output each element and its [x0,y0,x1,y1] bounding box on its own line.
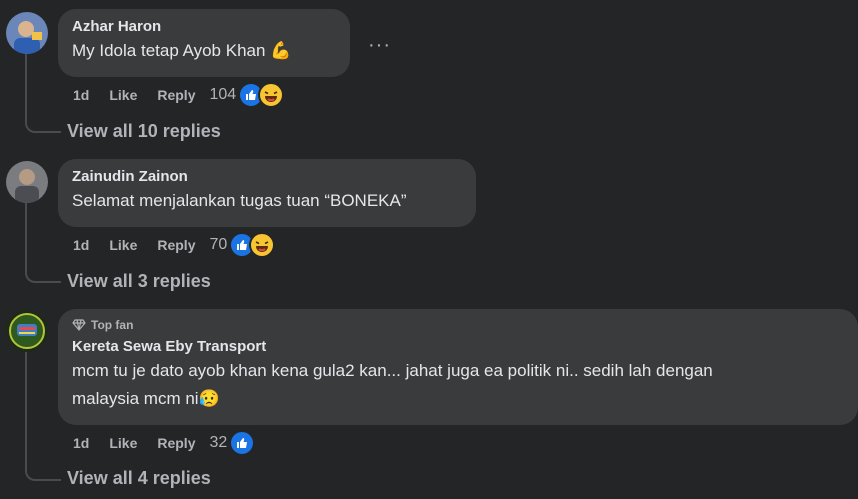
like-button[interactable]: Like [109,435,137,451]
like-button[interactable]: Like [109,87,137,103]
thread-line [25,352,61,481]
thread-line [25,54,61,133]
thread-line [25,203,61,283]
reply-button[interactable]: Reply [157,237,195,253]
comment-actions: 1d Like Reply 70 [73,232,276,258]
comment-text: Selamat menjalankan tugas tuan “BONEKA” [72,191,407,210]
like-icon [229,430,256,456]
comment-text-line-1: mcm tu je dato ayob khan kena gula2 kan.… [72,361,713,380]
diamond-icon [72,319,86,331]
haha-icon [258,82,285,108]
comment-time[interactable]: 1d [73,237,89,253]
top-fan-label: Top fan [91,318,134,332]
avatar[interactable] [6,12,48,54]
comment-text: My Idola tetap Ayob Khan 💪 [72,41,292,60]
reply-button[interactable]: Reply [157,87,195,103]
like-button[interactable]: Like [109,237,137,253]
comment-actions: 1d Like Reply 104 [73,82,285,108]
comment-time[interactable]: 1d [73,87,89,103]
comment-bubble: Zainudin Zainon Selamat menjalankan tuga… [58,159,476,227]
reaction-count: 70 [209,236,228,253]
comment-bubble: Azhar Haron My Idola tetap Ayob Khan 💪 [58,9,350,77]
avatar[interactable] [6,310,48,352]
reactions[interactable]: 104 [209,82,285,108]
reactions[interactable]: 32 [209,430,256,456]
comment-bubble: Top fan Kereta Sewa Eby Transport mcm tu… [58,309,858,425]
reaction-count: 104 [209,86,237,103]
view-replies-link[interactable]: View all 10 replies [67,121,221,142]
comment-author[interactable]: Azhar Haron [72,17,336,37]
comment-author[interactable]: Zainudin Zainon [72,167,462,187]
view-replies-link[interactable]: View all 3 replies [67,271,211,292]
comment-author[interactable]: Kereta Sewa Eby Transport [72,337,844,357]
comment-time[interactable]: 1d [73,435,89,451]
view-replies-link[interactable]: View all 4 replies [67,468,211,489]
avatar[interactable] [6,161,48,203]
reaction-count: 32 [209,434,228,451]
comment-text-line-2: malaysia mcm ni😥 [72,389,220,408]
top-fan-badge: Top fan [72,317,844,333]
more-options-icon[interactable]: ··· [368,34,391,57]
comment-actions: 1d Like Reply 32 [73,430,256,456]
reactions[interactable]: 70 [209,232,276,258]
haha-icon [249,232,276,258]
reply-button[interactable]: Reply [157,435,195,451]
